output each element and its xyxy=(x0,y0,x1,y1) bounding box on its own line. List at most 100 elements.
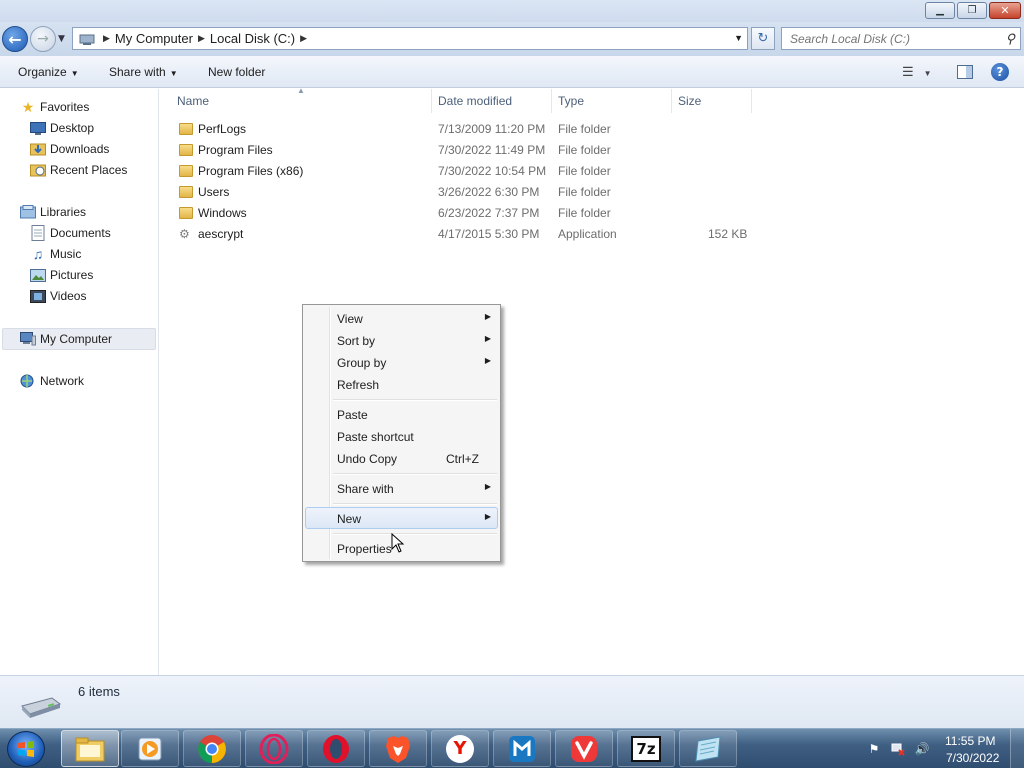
file-name: aescrypt xyxy=(198,227,244,241)
item-count: 6 items xyxy=(78,684,120,699)
breadcrumb-separator[interactable]: ▶ xyxy=(198,33,205,44)
nav-libraries[interactable]: Libraries xyxy=(20,202,86,222)
nav-my-computer[interactable]: My Computer xyxy=(20,329,112,349)
show-desktop-button[interactable] xyxy=(1010,729,1024,768)
share-with-label: Share with xyxy=(109,65,166,79)
search-box[interactable]: ⚲ xyxy=(781,27,1021,50)
table-row[interactable]: Program Files (x86) 7/30/2022 10:54 PM F… xyxy=(160,161,1024,182)
menu-item-paste-shortcut[interactable]: Paste shortcut xyxy=(305,425,498,447)
menu-item-group-by[interactable]: Group by ▶ xyxy=(305,351,498,373)
nav-videos[interactable]: Videos xyxy=(30,286,86,306)
table-row[interactable]: ⚙ aescrypt 4/17/2015 5:30 PM Application… xyxy=(160,224,1024,245)
menu-item-share-with[interactable]: Share with ▶ xyxy=(305,477,498,499)
column-header-name[interactable]: Name xyxy=(177,94,209,108)
column-divider[interactable] xyxy=(431,89,432,113)
menu-separator xyxy=(333,399,497,401)
menu-item-label: Refresh xyxy=(337,378,380,392)
new-folder-button[interactable]: New folder xyxy=(208,65,265,79)
help-button[interactable]: ? xyxy=(991,63,1009,81)
table-row[interactable]: Windows 6/23/2022 7:37 PM File folder xyxy=(160,203,1024,224)
menu-item-refresh[interactable]: Refresh xyxy=(305,373,498,395)
nav-label: Documents xyxy=(50,226,111,240)
column-header-type[interactable]: Type xyxy=(558,94,584,108)
breadcrumb-local-disk[interactable]: Local Disk (C:) xyxy=(210,31,295,46)
action-center-icon[interactable]: ⚑ xyxy=(866,741,882,757)
menu-item-undo-copy[interactable]: Undo Copy Ctrl+Z xyxy=(305,447,498,469)
address-history-dropdown[interactable]: ▼ xyxy=(734,33,743,43)
application-icon: ⚙ xyxy=(179,227,190,241)
taskbar-7zip[interactable]: 7z xyxy=(617,730,675,767)
start-button[interactable] xyxy=(7,731,45,767)
minimize-button[interactable]: ▁ xyxy=(925,2,955,19)
breadcrumb-my-computer[interactable]: My Computer xyxy=(115,31,193,46)
taskbar-maxthon[interactable] xyxy=(493,730,551,767)
volume-icon[interactable]: 🔊 xyxy=(914,741,930,757)
column-header-size[interactable]: Size xyxy=(678,94,701,108)
taskbar-vivaldi[interactable] xyxy=(555,730,613,767)
refresh-button[interactable]: ↻ xyxy=(751,27,775,50)
nav-network[interactable]: Network xyxy=(20,371,84,391)
menu-item-label: New xyxy=(337,512,362,526)
menu-item-new[interactable]: New ▶ xyxy=(305,507,498,529)
music-icon: ♫ xyxy=(32,246,44,262)
recent-pages-dropdown[interactable]: ▼ xyxy=(58,34,65,44)
column-divider[interactable] xyxy=(551,89,552,113)
videos-icon xyxy=(30,289,46,303)
share-with-button[interactable]: Share with ▼ xyxy=(109,65,178,79)
table-row[interactable]: PerfLogs 7/13/2009 11:20 PM File folder xyxy=(160,119,1024,140)
clock-date[interactable]: 7/30/2022 xyxy=(946,751,999,765)
nav-desktop[interactable]: Desktop xyxy=(30,118,94,138)
close-button[interactable]: ✕ xyxy=(989,2,1021,19)
nav-music[interactable]: ♫ Music xyxy=(30,244,82,264)
search-input[interactable] xyxy=(790,31,990,46)
opera-icon xyxy=(323,734,349,763)
menu-item-label: Share with xyxy=(337,482,394,496)
desktop-icon xyxy=(30,121,46,135)
taskbar-opera-gx[interactable] xyxy=(245,730,303,767)
restore-button[interactable]: ❐ xyxy=(957,2,987,19)
column-divider[interactable] xyxy=(671,89,672,113)
column-divider[interactable] xyxy=(751,89,752,113)
clock-time[interactable]: 11:55 PM xyxy=(945,734,995,748)
menu-item-label: Properties xyxy=(337,542,392,556)
nav-recent-places[interactable]: Recent Places xyxy=(30,160,127,180)
address-path-box[interactable]: ▶ My Computer ▶ Local Disk (C:) ▶ ▼ xyxy=(72,27,748,50)
search-icon[interactable]: ⚲ xyxy=(1005,31,1015,47)
nav-downloads[interactable]: Downloads xyxy=(30,139,109,159)
notepad-icon xyxy=(695,735,721,762)
network-status-icon[interactable] xyxy=(890,741,906,757)
menu-item-label: Paste xyxy=(337,408,368,422)
nav-documents[interactable]: Documents xyxy=(30,223,111,243)
taskbar-yandex[interactable]: Y xyxy=(431,730,489,767)
taskbar-media-player[interactable] xyxy=(121,730,179,767)
menu-item-view[interactable]: View ▶ xyxy=(305,307,498,329)
change-view-button[interactable]: ☰ ▼ xyxy=(902,64,932,80)
address-bar-area: ← → ▼ ▶ My Computer ▶ Local Disk (C:) ▶ … xyxy=(0,22,1024,56)
menu-item-sort-by[interactable]: Sort by ▶ xyxy=(305,329,498,351)
taskbar-explorer[interactable] xyxy=(61,730,119,767)
nav-favorites[interactable]: ★ Favorites xyxy=(20,97,90,117)
organize-button[interactable]: Organize ▼ xyxy=(18,65,79,79)
table-row[interactable]: Users 3/26/2022 6:30 PM File folder xyxy=(160,182,1024,203)
yandex-icon: Y xyxy=(446,734,474,763)
taskbar-notepad[interactable] xyxy=(679,730,737,767)
back-button[interactable]: ← xyxy=(2,26,28,52)
media-player-icon xyxy=(138,737,162,760)
preview-pane-button[interactable] xyxy=(957,65,973,79)
forward-button[interactable]: → xyxy=(30,26,56,52)
breadcrumb-separator[interactable]: ▶ xyxy=(300,33,307,44)
menu-item-paste[interactable]: Paste xyxy=(305,403,498,425)
back-arrow-icon: ← xyxy=(8,29,22,49)
file-type: File folder xyxy=(558,206,611,220)
taskbar-opera[interactable] xyxy=(307,730,365,767)
column-header-date-modified[interactable]: Date modified xyxy=(438,94,512,108)
taskbar-brave[interactable] xyxy=(369,730,427,767)
forward-arrow-icon: → xyxy=(37,31,49,47)
seven-zip-icon: 7z xyxy=(631,735,661,762)
nav-pictures[interactable]: Pictures xyxy=(30,265,93,285)
table-row[interactable]: Program Files 7/30/2022 11:49 PM File fo… xyxy=(160,140,1024,161)
taskbar-chrome[interactable] xyxy=(183,730,241,767)
computer-icon xyxy=(79,34,95,45)
opera-gx-icon xyxy=(259,733,289,764)
breadcrumb-separator[interactable]: ▶ xyxy=(103,33,110,44)
